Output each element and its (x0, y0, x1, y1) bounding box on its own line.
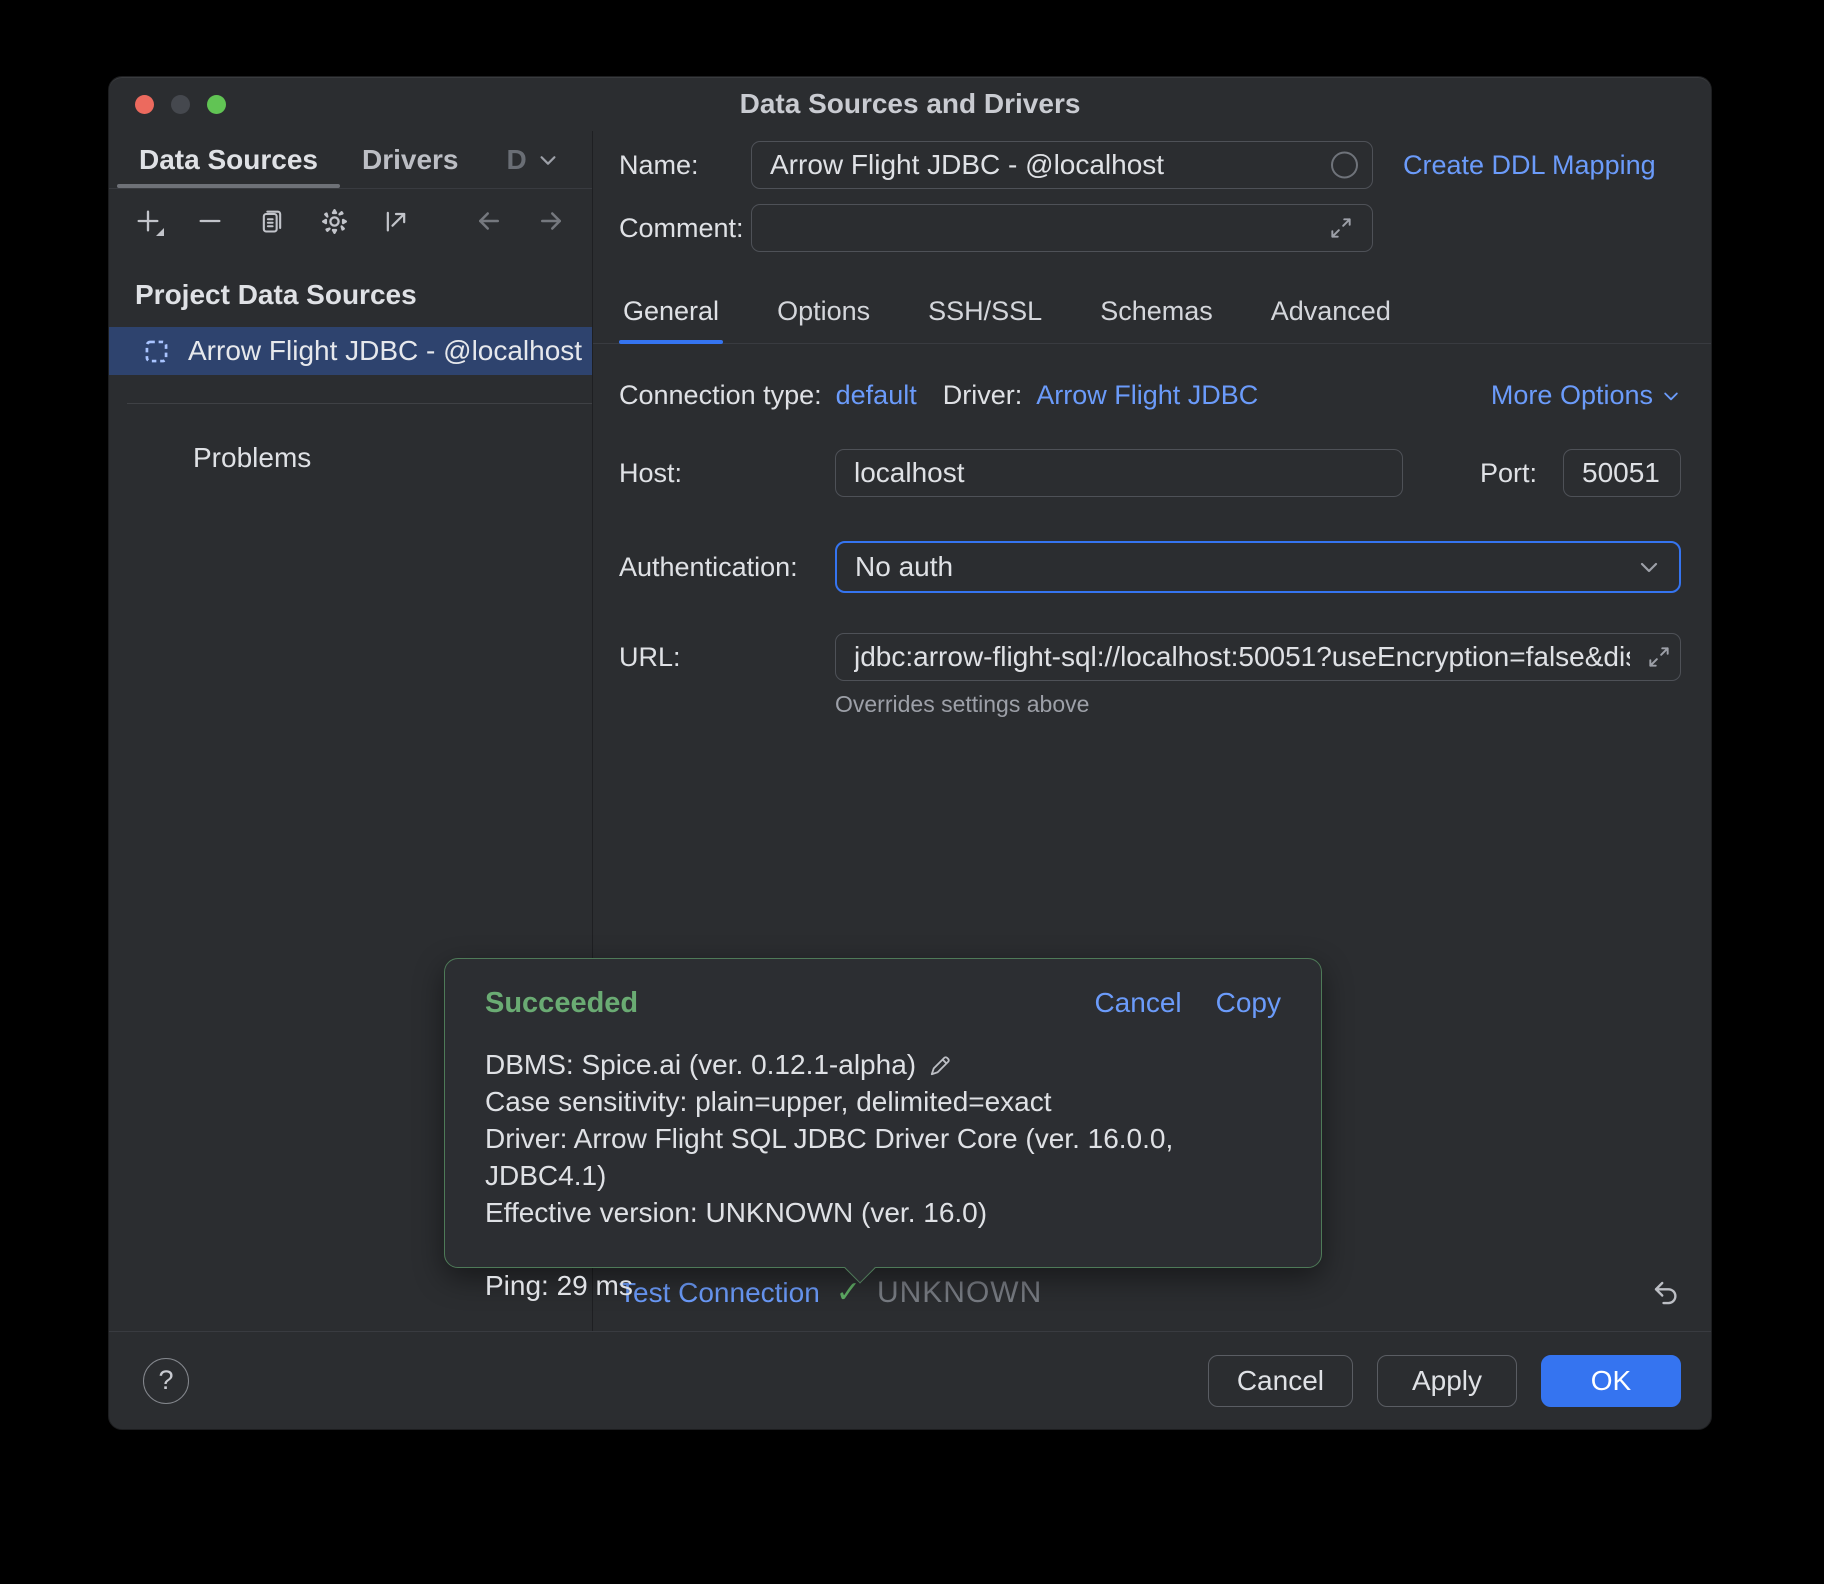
url-hint: Overrides settings above (835, 691, 1681, 718)
tab-ssh-ssl[interactable]: SSH/SSL (924, 282, 1046, 343)
sidebar-toolbar (109, 189, 592, 253)
zoom-window-button[interactable] (207, 95, 226, 114)
comment-row: Comment: (619, 204, 1681, 252)
forward-arrow-icon[interactable] (536, 206, 566, 236)
apply-button[interactable]: Apply (1377, 1355, 1517, 1407)
url-row: URL: jdbc:arrow-flight-sql://localhost:5… (619, 633, 1681, 681)
minimize-window-button[interactable] (171, 95, 190, 114)
undo-icon[interactable] (1651, 1278, 1681, 1308)
sidebar-item-problems[interactable]: Problems (109, 442, 592, 474)
port-label: Port: (1451, 458, 1537, 489)
help-button[interactable]: ? (143, 1358, 189, 1404)
data-source-label: Arrow Flight JDBC - @localhost (188, 335, 582, 367)
host-row: Host: localhost Port: 50051 (619, 449, 1681, 497)
settings-gear-icon[interactable] (319, 206, 349, 236)
popup-dbms-line: DBMS: Spice.ai (ver. 0.12.1-alpha) (485, 1046, 1281, 1083)
chevron-down-icon (1661, 386, 1681, 406)
driver-label: Driver: (943, 380, 1023, 411)
back-arrow-icon[interactable] (474, 206, 504, 236)
popup-ping-line: Ping: 29 ms (485, 1267, 1281, 1304)
comment-label: Comment: (619, 213, 751, 244)
duplicate-icon[interactable] (257, 206, 287, 236)
add-dropdown-corner (156, 228, 164, 236)
tab-advanced[interactable]: Advanced (1267, 282, 1395, 343)
popup-status: Succeeded (485, 987, 638, 1020)
connection-type-row: Connection type: default Driver: Arrow F… (619, 380, 1681, 411)
authentication-select[interactable]: No auth (835, 541, 1681, 593)
expand-icon[interactable] (1328, 215, 1354, 241)
expand-icon[interactable] (1646, 644, 1672, 670)
url-input[interactable]: jdbc:arrow-flight-sql://localhost:50051?… (835, 633, 1681, 681)
driver-value-link[interactable]: Arrow Flight JDBC (1036, 380, 1258, 411)
chevron-down-icon (537, 149, 559, 171)
tab-drivers[interactable]: Drivers (340, 131, 481, 188)
connection-type-label: Connection type: (619, 380, 822, 411)
close-window-button[interactable] (135, 95, 154, 114)
tab-data-sources[interactable]: Data Sources (117, 131, 340, 188)
sidebar-separator (127, 403, 592, 404)
settings-tabs: General Options SSH/SSL Schemas Advanced (593, 282, 1711, 344)
connection-type-value-link[interactable]: default (836, 380, 917, 411)
project-data-sources-header: Project Data Sources (109, 253, 592, 311)
host-input[interactable]: localhost (835, 449, 1403, 497)
add-icon[interactable] (133, 206, 163, 236)
popup-case-line: Case sensitivity: plain=upper, delimited… (485, 1083, 1281, 1120)
footer: ? Cancel Apply OK (109, 1331, 1711, 1429)
more-options-link[interactable]: More Options (1491, 380, 1681, 411)
edit-pencil-icon[interactable] (928, 1052, 954, 1078)
authentication-label: Authentication: (619, 552, 835, 583)
cancel-button[interactable]: Cancel (1208, 1355, 1353, 1407)
data-source-item-selected[interactable]: Arrow Flight JDBC - @localhost (109, 327, 592, 375)
name-input[interactable]: Arrow Flight JDBC - @localhost (751, 141, 1373, 189)
popup-cancel-link[interactable]: Cancel (1094, 987, 1181, 1019)
create-ddl-mapping-link[interactable]: Create DDL Mapping (1403, 150, 1656, 181)
url-label: URL: (619, 642, 835, 673)
ok-button[interactable]: OK (1541, 1355, 1681, 1407)
window-title: Data Sources and Drivers (740, 88, 1081, 120)
tab-general[interactable]: General (619, 282, 723, 343)
remove-icon[interactable] (195, 206, 225, 236)
data-sources-dialog: Data Sources and Drivers Data Sources Dr… (108, 76, 1712, 1430)
traffic-lights (135, 95, 226, 114)
comment-input[interactable] (751, 204, 1373, 252)
test-connection-result-popup: Succeeded Cancel Copy DBMS: Spice.ai (ve… (444, 958, 1322, 1268)
open-in-new-window-icon[interactable] (381, 206, 411, 236)
popup-version-line: Effective version: UNKNOWN (ver. 16.0) (485, 1194, 1281, 1231)
sidebar-tabstrip: Data Sources Drivers D (109, 131, 592, 189)
tab-overflow[interactable]: D (480, 131, 566, 188)
authentication-row: Authentication: No auth (619, 541, 1681, 593)
data-source-icon (143, 338, 170, 365)
port-input[interactable]: 50051 (1563, 449, 1681, 497)
host-label: Host: (619, 458, 835, 489)
name-label: Name: (619, 150, 751, 181)
progress-ring-icon (1331, 152, 1358, 179)
tab-schemas[interactable]: Schemas (1096, 282, 1217, 343)
popup-copy-link[interactable]: Copy (1216, 987, 1281, 1019)
name-row: Name: Arrow Flight JDBC - @localhost Cre… (619, 141, 1681, 189)
chevron-down-icon (1637, 555, 1661, 579)
tab-options[interactable]: Options (773, 282, 874, 343)
popup-driver-line: Driver: Arrow Flight SQL JDBC Driver Cor… (485, 1120, 1281, 1194)
titlebar: Data Sources and Drivers (109, 77, 1711, 131)
